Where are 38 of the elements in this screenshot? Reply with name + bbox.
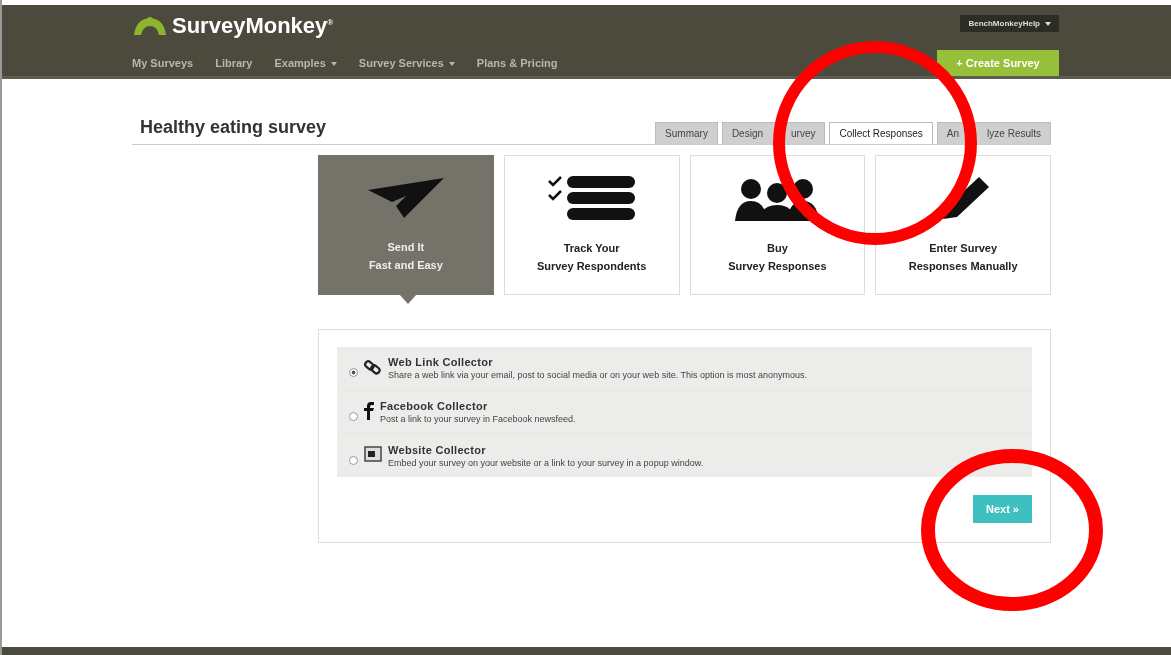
pointer-icon (399, 294, 417, 304)
option-label: Send It Fast and Easy (368, 240, 443, 273)
option-label: Buy Survey Responses (728, 241, 827, 274)
caret-icon (1045, 21, 1051, 26)
collector-title: Facebook Collector (380, 400, 489, 412)
collector-option[interactable]: Facebook Collector Post a link to your survey in Facebook newsfeed. (337, 391, 1032, 433)
option-card[interactable]: Enter Survey Responses Manually (875, 155, 1051, 295)
collector-description: Embed your survey on your website or a link to your survey in a popup window. (388, 458, 704, 468)
option-card[interactable]: Track Your Survey Respondents (503, 155, 680, 295)
nav-link[interactable]: Plans & Pricing (476, 57, 558, 69)
option-card[interactable]: Buy Survey Responses (689, 155, 866, 295)
nav-link[interactable]: Survey Services (358, 57, 455, 69)
collector-description: Share a web link via your email, post to social media or on your web site. This option is most anonymous. (388, 370, 808, 380)
radio-button[interactable] (349, 412, 358, 421)
nav-link[interactable]: My Surveys (132, 57, 194, 69)
collector-option[interactable]: Website Collector Embed your survey on your website or a link to your survey in a popup window. (337, 435, 1032, 477)
link-icon (364, 358, 382, 376)
tab[interactable]: Collect Responses (829, 122, 933, 144)
facebook-icon (364, 402, 374, 420)
radio-button[interactable] (349, 368, 358, 377)
radio-button[interactable] (349, 456, 358, 465)
collector-title: Web Link Collector (388, 356, 494, 368)
nav-link[interactable]: Examples (274, 57, 337, 69)
logo-text[interactable]: SurveyMonkey$^{®}$ (172, 13, 334, 39)
caret-icon (330, 62, 337, 67)
option-label: Track Your Survey Respondents (536, 241, 647, 274)
collector-option[interactable]: Web Link Collector Share a web link via your email, post to social media or on your web site. This option is most anonymous. (337, 347, 1032, 389)
collector-title: Website Collector (388, 444, 487, 456)
account-menu[interactable]: BenchMonkeyHelp (960, 15, 1059, 32)
collector-description: Post a link to your survey in Facebook newsfeed. (380, 414, 576, 424)
option-label: Enter Survey Responses Manually (908, 241, 1018, 274)
window-icon (364, 446, 382, 462)
nav-link[interactable]: Library (215, 57, 253, 69)
monkey-logo-icon (132, 15, 168, 37)
survey-title: Healthy eating survey (140, 117, 327, 138)
caret-icon (448, 62, 455, 67)
tab[interactable]: Summary (655, 122, 718, 144)
checklist-icon (546, 175, 637, 221)
